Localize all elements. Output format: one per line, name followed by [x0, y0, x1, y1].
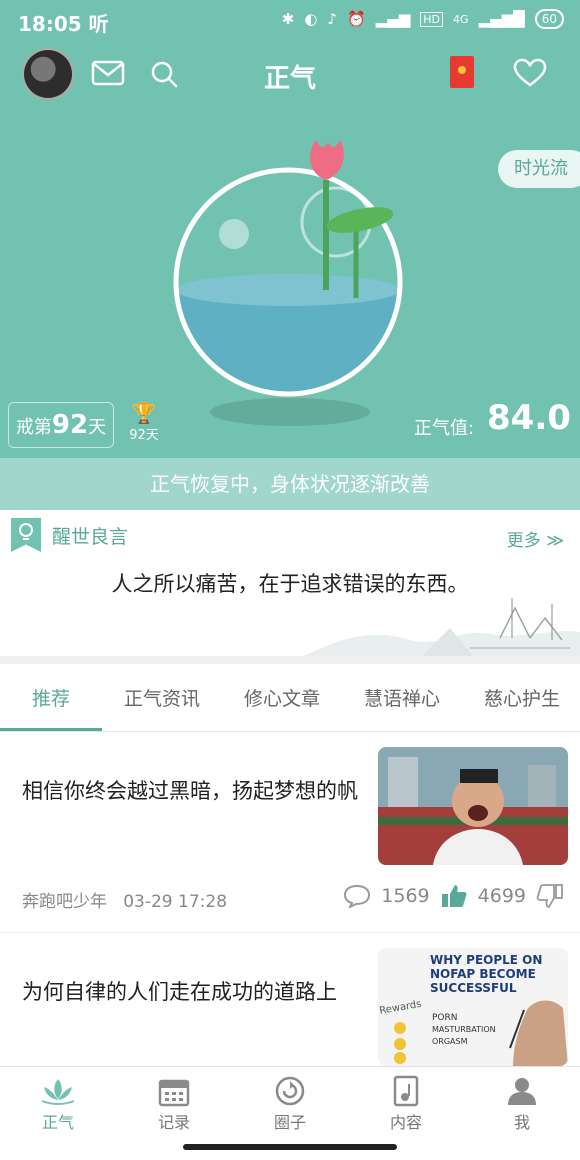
- score-label: 正气值:: [414, 418, 475, 439]
- comment-icon[interactable]: [343, 884, 371, 908]
- nav-label: 正气: [41, 1113, 74, 1132]
- thumbs-up-icon[interactable]: [440, 883, 468, 909]
- ink-landscape-illustration: [300, 598, 580, 658]
- tab-zen-sayings[interactable]: 慧语禅心: [342, 684, 462, 711]
- music-book-icon: [393, 1075, 419, 1107]
- status-message: 正气恢复中，身体状况逐渐改善: [0, 458, 580, 510]
- signal-icon: ▂▄▆: [375, 10, 411, 28]
- person-icon: [508, 1078, 536, 1105]
- thumbs-down-icon[interactable]: [536, 883, 564, 909]
- record-trophy[interactable]: 🏆 92天: [128, 402, 160, 443]
- mute-bell-icon: ♪: [327, 10, 337, 28]
- article-stats: 1569 4699: [343, 883, 564, 909]
- status-icons: ✱ ◐ ♪ ⏰ ▂▄▆ HD 4G ▂▄▆█ 60: [282, 9, 564, 29]
- red-envelope-icon[interactable]: [448, 54, 476, 90]
- tab-recommended[interactable]: 推荐: [0, 684, 111, 711]
- article-tabs: 推荐 正气资讯 修心文章 慧语禅心 慈心护生: [0, 664, 580, 732]
- svg-text:SUCCESSFUL: SUCCESSFUL: [430, 981, 517, 995]
- nav-item-circle[interactable]: 圈子: [232, 1075, 348, 1133]
- article-author: 奔跑吧少年: [22, 892, 107, 912]
- lotus-icon: [41, 1079, 75, 1105]
- article-title[interactable]: 相信你终会越过黑暗，扬起梦想的帆: [22, 775, 362, 807]
- lotus-bowl-illustration[interactable]: [150, 130, 430, 430]
- nav-item-records[interactable]: 记录: [116, 1075, 232, 1133]
- svg-text:PORN: PORN: [432, 1013, 458, 1023]
- article-thumbnail[interactable]: WHY PEOPLE ON NOFAP BECOME SUCCESSFUL Re…: [378, 948, 568, 1066]
- article-thumbnail[interactable]: [378, 747, 568, 865]
- score-value: 84.0: [487, 398, 571, 438]
- article-title[interactable]: 为何自律的人们走在成功的道路上: [22, 976, 362, 1008]
- svg-text:ORGASM: ORGASM: [432, 1037, 468, 1046]
- quote-more-link[interactable]: 更多 ≫: [507, 526, 564, 551]
- article-date: 03-29 17:28: [123, 892, 228, 912]
- nav-item-zhengqi[interactable]: 正气: [0, 1075, 116, 1133]
- tab-news[interactable]: 正气资讯: [102, 684, 222, 711]
- bulb-bookmark-icon: [11, 518, 41, 552]
- active-tab-indicator: [0, 728, 102, 731]
- app-header: 正气: [0, 44, 580, 108]
- section-divider: [0, 656, 580, 664]
- tab-cultivation-articles[interactable]: 修心文章: [222, 684, 342, 711]
- abstinence-streak[interactable]: 戒第92天: [8, 402, 114, 448]
- record-days: 92天: [129, 428, 159, 443]
- comment-count: 1569: [381, 885, 430, 907]
- hero-panel: 18:05 听 ✱ ◐ ♪ ⏰ ▂▄▆ HD 4G ▂▄▆█ 60 正气 时光流…: [0, 0, 580, 510]
- tab-protect-life[interactable]: 慈心护生: [462, 684, 580, 711]
- svg-text:MASTURBATION: MASTURBATION: [432, 1025, 496, 1034]
- time-flow-button[interactable]: 时光流: [498, 150, 580, 188]
- heart-icon[interactable]: [513, 58, 547, 88]
- status-bar: 18:05 听 ✱ ◐ ♪ ⏰ ▂▄▆ HD 4G ▂▄▆█ 60: [0, 0, 580, 40]
- nav-label: 我: [513, 1113, 530, 1132]
- svg-text:WHY PEOPLE ON: WHY PEOPLE ON: [430, 953, 542, 967]
- nav-label: 圈子: [273, 1113, 306, 1132]
- alarm-icon: ⏰: [346, 10, 366, 28]
- nav-item-content[interactable]: 内容: [348, 1075, 464, 1133]
- hd-icon: HD: [420, 11, 444, 27]
- nav-item-me[interactable]: 我: [464, 1075, 580, 1133]
- status-time: 18:05 听: [18, 12, 109, 36]
- article-item[interactable]: 相信你终会越过黑暗，扬起梦想的帆 奔跑吧少年 03-29 17:28 1569 …: [0, 733, 580, 933]
- signal-4g-icon: ▂▄▆█: [478, 10, 525, 28]
- battery-icon: 60: [534, 9, 564, 29]
- nav-label: 内容: [389, 1113, 422, 1132]
- quote-card[interactable]: 醒世良言 更多 ≫ 人之所以痛苦，在于追求错误的东西。: [0, 516, 580, 658]
- quote-section-title: 醒世良言: [52, 526, 129, 548]
- page-title: 正气: [263, 64, 316, 94]
- article-meta: 奔跑吧少年 03-29 17:28: [22, 887, 227, 912]
- bluetooth-icon: ✱: [281, 10, 295, 28]
- nav-label: 记录: [157, 1113, 190, 1132]
- trophy-icon: 🏆: [131, 401, 157, 425]
- toggle-icon: ◐: [304, 10, 318, 28]
- circle-refresh-icon: [275, 1076, 305, 1106]
- network-label: 4G: [453, 12, 469, 26]
- svg-text:NOFAP BECOME: NOFAP BECOME: [430, 967, 536, 981]
- like-count: 4699: [477, 885, 526, 907]
- calendar-icon: [158, 1079, 190, 1107]
- gesture-home-bar[interactable]: [183, 1144, 397, 1150]
